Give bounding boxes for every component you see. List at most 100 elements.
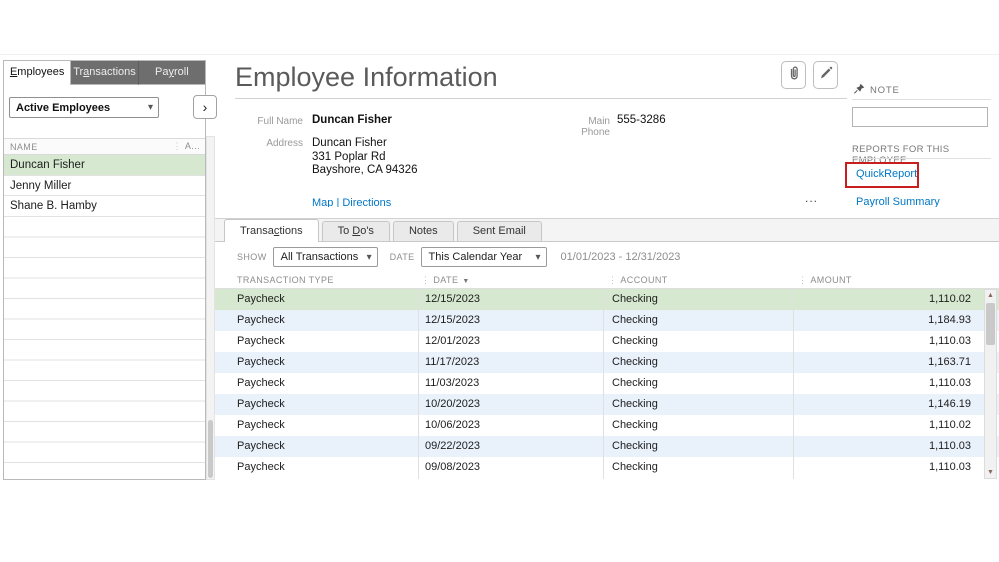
payroll-summary-link[interactable]: Payroll Summary (856, 196, 940, 207)
transaction-type-cell: Paycheck (237, 394, 285, 415)
date-column-header[interactable]: ⋮DATE▼ (421, 275, 470, 286)
show-label: SHOW (237, 252, 267, 262)
transaction-type-column-header[interactable]: TRANSACTION TYPE (237, 275, 334, 285)
transaction-amount-cell: 1,110.02 (929, 289, 971, 310)
transaction-date-cell: 09/22/2023 (425, 436, 480, 457)
transaction-row[interactable]: Paycheck 09/08/2023 Checking 1,110.03 (215, 457, 999, 478)
transaction-type-cell: Paycheck (237, 373, 285, 394)
transaction-row[interactable]: Paycheck 09/22/2023 Checking 1,110.03 (215, 436, 999, 457)
attach-column-header[interactable]: ⋮A... (172, 141, 200, 152)
transaction-amount-cell: 1,184.93 (928, 310, 971, 331)
expand-panel-button[interactable]: › (193, 95, 217, 119)
transactions-table-header: TRANSACTION TYPE ⋮DATE▼ ⋮ACCOUNT ⋮AMOUNT (215, 272, 999, 289)
sidebar-tabs: Employees Transactions Payroll (4, 61, 205, 85)
transaction-row[interactable]: Paycheck 11/03/2023 Checking 1,110.03 (215, 373, 999, 394)
more-fields-ellipsis[interactable]: ... (805, 191, 818, 205)
date-label: DATE (390, 252, 415, 262)
transaction-row[interactable]: Paycheck 11/17/2023 Checking 1,163.71 (215, 352, 999, 373)
sidebar-tab[interactable]: Transactions (71, 61, 138, 85)
address-line: 331 Poplar Rd (312, 151, 418, 165)
active-employees-dropdown-value: Active Employees (16, 102, 110, 114)
employee-list-item[interactable]: Duncan Fisher (4, 155, 205, 176)
attach-file-button[interactable] (781, 61, 806, 89)
transaction-row[interactable]: Paycheck 12/15/2023 Checking 1,184.93 (215, 310, 999, 331)
transaction-row[interactable]: Paycheck 10/06/2023 Checking 1,110.02 (215, 415, 999, 436)
scroll-up-icon[interactable]: ▲ (985, 290, 996, 301)
sidebar-scrollbar[interactable] (206, 136, 215, 480)
transaction-account-cell: Checking (612, 352, 658, 373)
employee-list-item[interactable]: Shane B. Hamby (4, 196, 205, 217)
reports-divider (852, 158, 991, 159)
transactions-tab[interactable]: Notes (393, 221, 454, 241)
transaction-amount-cell: 1,110.02 (929, 415, 971, 436)
transaction-row[interactable]: Paycheck 12/01/2023 Checking 1,110.03 (215, 331, 999, 352)
amount-column-header[interactable]: ⋮AMOUNT (798, 275, 852, 286)
column-divider-icon: ⋮ (172, 141, 181, 151)
quickreport-link[interactable]: QuickReport (856, 168, 917, 180)
transaction-type-cell: Paycheck (237, 331, 285, 352)
transaction-account-cell: Checking (612, 457, 658, 478)
transaction-date-cell: 12/15/2023 (425, 289, 480, 310)
note-input[interactable] (852, 107, 988, 127)
column-divider-icon: ⋮ (608, 275, 617, 285)
transaction-amount-cell: 1,110.03 (929, 331, 971, 352)
column-divider-icon: ⋮ (798, 275, 807, 285)
employee-information-section: Employee Information Full Name Duncan Fi… (215, 55, 999, 207)
page-title: Employee Information (235, 62, 498, 93)
scroll-down-icon[interactable]: ▼ (985, 467, 996, 478)
transaction-date-cell: 10/06/2023 (425, 415, 480, 436)
map-directions-links[interactable]: Map | Directions (312, 197, 391, 207)
active-employees-dropdown[interactable]: Active Employees ▾ (9, 97, 159, 118)
transaction-row[interactable]: Paycheck 10/20/2023 Checking 1,146.19 (215, 394, 999, 415)
sidebar-tab[interactable]: Payroll (139, 61, 205, 85)
title-divider (235, 98, 847, 99)
transactions-tabs: Transactions To Do's Notes Sent Email (215, 218, 999, 242)
sidebar-scrollbar-thumb[interactable] (208, 420, 213, 478)
address-line: Bayshore, CA 94326 (312, 164, 418, 178)
transaction-type-cell: Paycheck (237, 310, 285, 331)
employee-list-header: NAME ⋮A... (4, 138, 205, 155)
name-column-header[interactable]: NAME (10, 142, 38, 152)
transactions-tab[interactable]: Transactions (224, 219, 319, 242)
transaction-account-cell: Checking (612, 331, 658, 352)
date-filter-dropdown[interactable]: This Calendar Year ▾ (421, 247, 547, 267)
column-divider-icon: ⋮ (421, 275, 430, 285)
transaction-date-cell: 11/03/2023 (425, 373, 479, 394)
transaction-type-cell: Paycheck (237, 352, 285, 373)
main-phone-label: Main Phone (560, 116, 610, 138)
transaction-date-cell: 11/17/2023 (425, 352, 479, 373)
full-name-value: Duncan Fisher (312, 114, 392, 126)
main-phone-value: 555-3286 (617, 114, 666, 126)
transaction-type-cell: Paycheck (237, 415, 285, 436)
chevron-down-icon: ▾ (367, 252, 372, 263)
transaction-date-cell: 12/01/2023 (425, 331, 480, 352)
address-value: Duncan Fisher 331 Poplar Rd Bayshore, CA… (312, 137, 418, 178)
employee-list-item[interactable]: Jenny Miller (4, 176, 205, 197)
transactions-scrollbar[interactable]: ▲ ▼ (984, 289, 997, 479)
note-header: NOTE (854, 83, 900, 97)
transaction-type-cell: Paycheck (237, 289, 285, 310)
sidebar-tab[interactable]: Employees (4, 61, 71, 85)
transactions-tab[interactable]: Sent Email (457, 221, 542, 241)
edit-employee-button[interactable] (813, 61, 838, 89)
transaction-date-cell: 12/15/2023 (425, 310, 480, 331)
show-filter-dropdown[interactable]: All Transactions ▾ (273, 247, 378, 267)
paperclip-icon (786, 65, 802, 86)
pencil-icon (818, 65, 834, 86)
chevron-right-icon: › (203, 99, 208, 115)
transactions-scrollbar-thumb[interactable] (986, 303, 995, 345)
transactions-tab[interactable]: To Do's (322, 221, 390, 241)
employee-list-empty-rows (4, 217, 205, 480)
reports-section-label: REPORTS FOR THIS EMPLOYEE (852, 144, 999, 166)
chevron-down-icon: ▾ (536, 252, 541, 263)
account-column-header[interactable]: ⋮ACCOUNT (608, 275, 668, 286)
transaction-account-cell: Checking (612, 310, 658, 331)
note-label: NOTE (870, 85, 900, 96)
transaction-amount-cell: 1,110.03 (929, 436, 971, 457)
transaction-amount-cell: 1,110.03 (929, 457, 971, 478)
note-divider (852, 99, 991, 100)
transaction-date-cell: 09/08/2023 (425, 457, 480, 478)
transaction-amount-cell: 1,110.03 (929, 373, 971, 394)
transaction-row[interactable]: Paycheck 12/15/2023 Checking 1,110.02 (215, 289, 999, 310)
date-range-text: 01/01/2023 - 12/31/2023 (561, 251, 681, 263)
